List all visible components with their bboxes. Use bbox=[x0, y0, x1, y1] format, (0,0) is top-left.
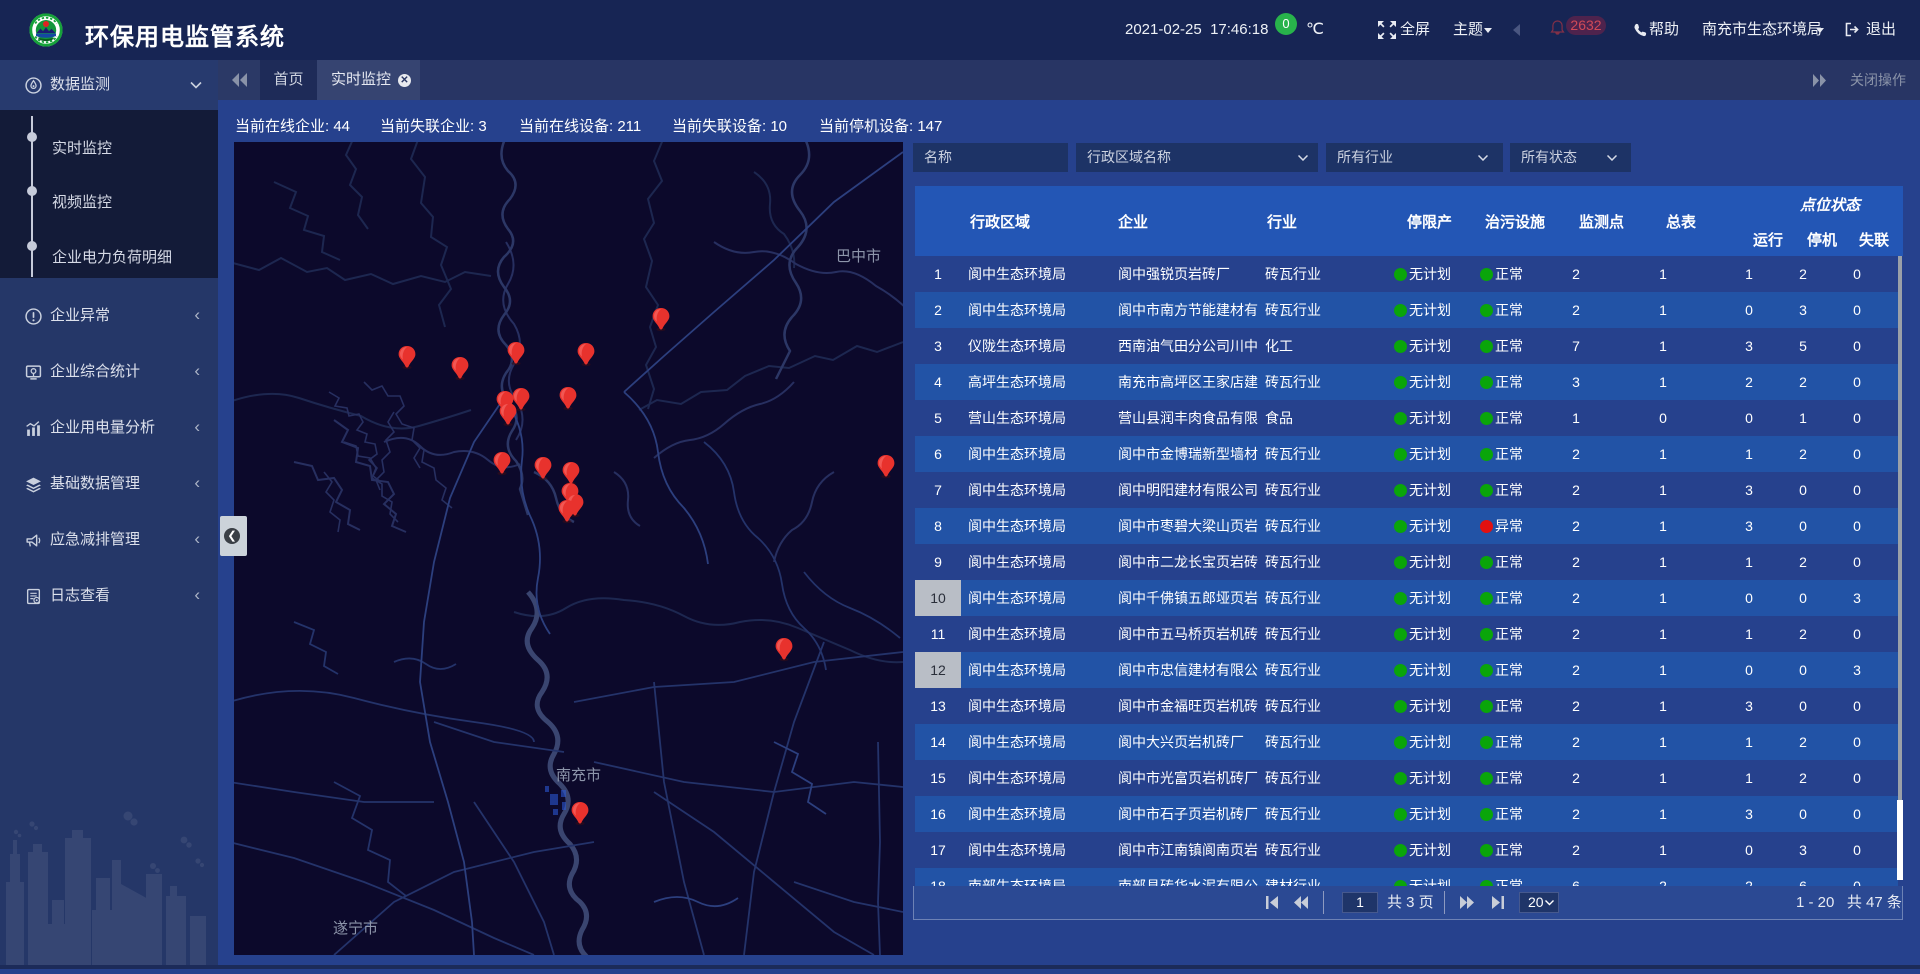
svg-text:巴中市: 巴中市 bbox=[836, 248, 881, 265]
svg-text:遂宁市: 遂宁市 bbox=[333, 920, 378, 937]
svg-text:南充市: 南充市 bbox=[556, 767, 601, 784]
